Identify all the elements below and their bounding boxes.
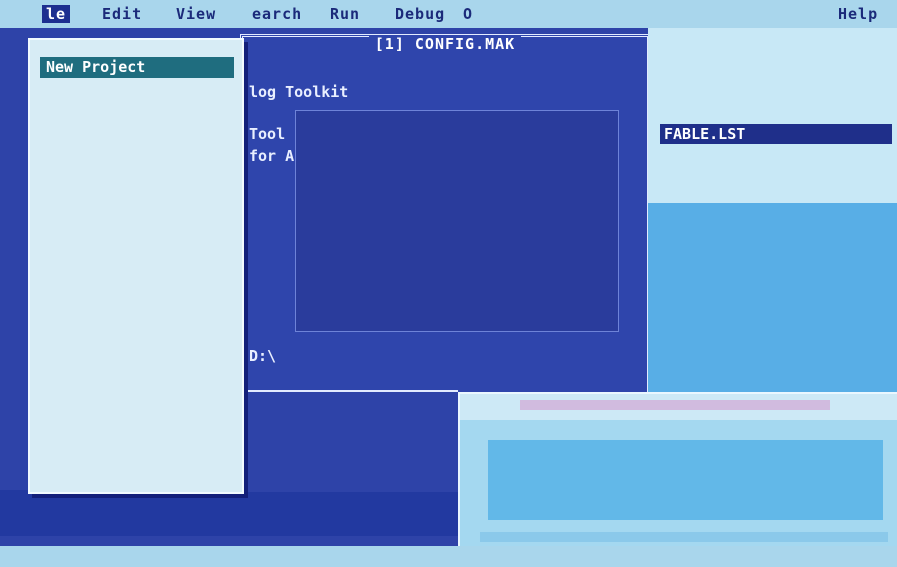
bottom-window-title-highlight: [520, 400, 830, 410]
bottom-window[interactable]: [458, 392, 897, 556]
editor-line-4: D:\: [249, 347, 277, 365]
status-bar: [0, 546, 897, 567]
editor-title: [1] CONFIG.MAK: [243, 35, 647, 55]
menu-search[interactable]: earch: [252, 5, 302, 23]
right-window[interactable]: FABLE.LST: [648, 28, 897, 203]
dialog-box[interactable]: [295, 110, 619, 332]
editor-line-3: for A: [249, 147, 295, 165]
menu-file[interactable]: le: [42, 5, 71, 23]
right-window-body: [648, 203, 897, 393]
menu-options[interactable]: O: [463, 5, 473, 23]
editor-line-2: Tool: [249, 125, 286, 143]
editor-line-1: log Toolkit: [249, 83, 349, 101]
menu-view[interactable]: View: [176, 5, 216, 23]
bottom-window-content: [488, 440, 883, 520]
desktop-panel: [0, 490, 480, 536]
menu-bar: le Edit View earch Run Debug O Help: [0, 0, 897, 28]
file-menu-dropdown: New Project: [28, 38, 244, 494]
editor-title-text: [1] CONFIG.MAK: [368, 35, 522, 53]
menu-item-new-project[interactable]: New Project: [40, 57, 234, 78]
menu-debug[interactable]: Debug: [395, 5, 445, 23]
right-selected-item[interactable]: FABLE.LST: [660, 124, 892, 144]
bottom-window-titlebar: [460, 394, 897, 420]
menu-edit[interactable]: Edit: [102, 5, 142, 23]
menu-help[interactable]: Help: [838, 5, 878, 23]
lower-left-pane: [240, 390, 458, 492]
bottom-window-scrollbar[interactable]: [480, 532, 888, 542]
menu-run[interactable]: Run: [330, 5, 360, 23]
